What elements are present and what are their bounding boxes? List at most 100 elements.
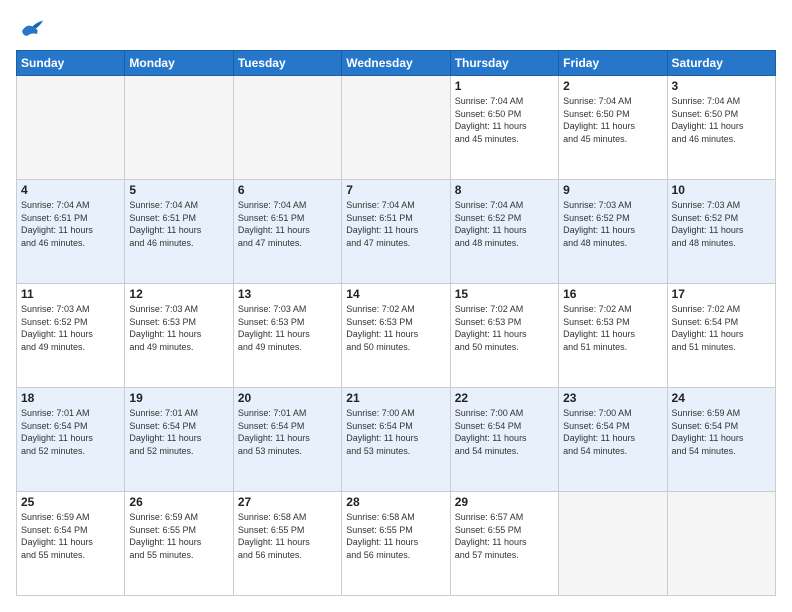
calendar-day-cell: 19 Sunrise: 7:01 AM Sunset: 6:54 PM Dayli… xyxy=(125,388,233,492)
day-number: 4 xyxy=(21,183,120,197)
calendar-day-cell: 1 Sunrise: 7:04 AM Sunset: 6:50 PM Daylig… xyxy=(450,76,558,180)
calendar-day-cell: 10 Sunrise: 7:03 AM Sunset: 6:52 PM Dayli… xyxy=(667,180,775,284)
calendar-week-row: 11Sunrise: 7:03 AM Sunset: 6:52 PM Dayli… xyxy=(17,284,776,388)
calendar-day-cell: 26 Sunrise: 6:59 AM Sunset: 6:55 PM Dayli… xyxy=(125,492,233,596)
day-number: 27 xyxy=(238,495,337,509)
day-number: 11 xyxy=(21,287,120,301)
day-number: 9 xyxy=(563,183,662,197)
day-info: Sunrise: 7:02 AM Sunset: 6:53 PM Dayligh… xyxy=(563,303,662,353)
calendar-day-cell: 14Sunrise: 7:02 AM Sunset: 6:53 PM Dayli… xyxy=(342,284,450,388)
day-number: 24 xyxy=(672,391,771,405)
day-number: 3 xyxy=(672,79,771,93)
weekday-header-cell: Thursday xyxy=(450,51,558,76)
calendar-day-cell: 9 Sunrise: 7:03 AM Sunset: 6:52 PM Daylig… xyxy=(559,180,667,284)
day-info: Sunrise: 6:58 AM Sunset: 6:55 PM Dayligh… xyxy=(346,511,445,561)
day-number: 17 xyxy=(672,287,771,301)
calendar-day-cell xyxy=(17,76,125,180)
day-info: Sunrise: 7:01 AM Sunset: 6:54 PM Dayligh… xyxy=(21,407,120,457)
weekday-header-cell: Sunday xyxy=(17,51,125,76)
calendar-week-row: 4 Sunrise: 7:04 AM Sunset: 6:51 PM Daylig… xyxy=(17,180,776,284)
calendar-day-cell: 4 Sunrise: 7:04 AM Sunset: 6:51 PM Daylig… xyxy=(17,180,125,284)
day-info: Sunrise: 7:00 AM Sunset: 6:54 PM Dayligh… xyxy=(346,407,445,457)
calendar-day-cell: 18 Sunrise: 7:01 AM Sunset: 6:54 PM Dayli… xyxy=(17,388,125,492)
calendar-day-cell: 20 Sunrise: 7:01 AM Sunset: 6:54 PM Dayli… xyxy=(233,388,341,492)
day-info: Sunrise: 7:01 AM Sunset: 6:54 PM Dayligh… xyxy=(238,407,337,457)
day-number: 15 xyxy=(455,287,554,301)
calendar-day-cell: 29 Sunrise: 6:57 AM Sunset: 6:55 PM Dayli… xyxy=(450,492,558,596)
day-info: Sunrise: 7:03 AM Sunset: 6:52 PM Dayligh… xyxy=(563,199,662,249)
calendar-day-cell: 13Sunrise: 7:03 AM Sunset: 6:53 PM Dayli… xyxy=(233,284,341,388)
day-number: 20 xyxy=(238,391,337,405)
calendar-day-cell: 3 Sunrise: 7:04 AM Sunset: 6:50 PM Daylig… xyxy=(667,76,775,180)
day-number: 22 xyxy=(455,391,554,405)
day-number: 19 xyxy=(129,391,228,405)
day-number: 1 xyxy=(455,79,554,93)
day-number: 7 xyxy=(346,183,445,197)
day-info: Sunrise: 7:04 AM Sunset: 6:50 PM Dayligh… xyxy=(563,95,662,145)
calendar-day-cell xyxy=(233,76,341,180)
calendar-day-cell: 21 Sunrise: 7:00 AM Sunset: 6:54 PM Dayli… xyxy=(342,388,450,492)
day-info: Sunrise: 7:03 AM Sunset: 6:52 PM Dayligh… xyxy=(672,199,771,249)
calendar-day-cell: 12 Sunrise: 7:03 AM Sunset: 6:53 PM Dayli… xyxy=(125,284,233,388)
calendar-day-cell: 22Sunrise: 7:00 AM Sunset: 6:54 PM Dayli… xyxy=(450,388,558,492)
calendar-day-cell xyxy=(125,76,233,180)
logo xyxy=(16,16,50,40)
day-info: Sunrise: 7:04 AM Sunset: 6:50 PM Dayligh… xyxy=(455,95,554,145)
day-info: Sunrise: 7:04 AM Sunset: 6:51 PM Dayligh… xyxy=(346,199,445,249)
calendar-day-cell: 17 Sunrise: 7:02 AM Sunset: 6:54 PM Dayli… xyxy=(667,284,775,388)
calendar-day-cell: 7 Sunrise: 7:04 AM Sunset: 6:51 PM Daylig… xyxy=(342,180,450,284)
calendar-day-cell: 23 Sunrise: 7:00 AM Sunset: 6:54 PM Dayli… xyxy=(559,388,667,492)
calendar-day-cell: 24 Sunrise: 6:59 AM Sunset: 6:54 PM Dayli… xyxy=(667,388,775,492)
day-info: Sunrise: 7:02 AM Sunset: 6:54 PM Dayligh… xyxy=(672,303,771,353)
day-number: 10 xyxy=(672,183,771,197)
day-info: Sunrise: 7:02 AM Sunset: 6:53 PM Dayligh… xyxy=(346,303,445,353)
calendar-day-cell: 15 Sunrise: 7:02 AM Sunset: 6:53 PM Dayli… xyxy=(450,284,558,388)
day-number: 29 xyxy=(455,495,554,509)
weekday-header-row: SundayMondayTuesdayWednesdayThursdayFrid… xyxy=(17,51,776,76)
day-info: Sunrise: 7:03 AM Sunset: 6:53 PM Dayligh… xyxy=(129,303,228,353)
day-info: Sunrise: 7:04 AM Sunset: 6:51 PM Dayligh… xyxy=(129,199,228,249)
day-number: 16 xyxy=(563,287,662,301)
day-number: 28 xyxy=(346,495,445,509)
day-info: Sunrise: 7:04 AM Sunset: 6:50 PM Dayligh… xyxy=(672,95,771,145)
day-number: 23 xyxy=(563,391,662,405)
day-info: Sunrise: 6:59 AM Sunset: 6:55 PM Dayligh… xyxy=(129,511,228,561)
calendar-day-cell xyxy=(667,492,775,596)
weekday-header-cell: Wednesday xyxy=(342,51,450,76)
calendar-day-cell: 5Sunrise: 7:04 AM Sunset: 6:51 PM Daylig… xyxy=(125,180,233,284)
day-info: Sunrise: 7:00 AM Sunset: 6:54 PM Dayligh… xyxy=(563,407,662,457)
day-number: 12 xyxy=(129,287,228,301)
calendar-day-cell: 8 Sunrise: 7:04 AM Sunset: 6:52 PM Daylig… xyxy=(450,180,558,284)
day-number: 8 xyxy=(455,183,554,197)
day-number: 18 xyxy=(21,391,120,405)
weekday-header-cell: Saturday xyxy=(667,51,775,76)
calendar-day-cell: 28 Sunrise: 6:58 AM Sunset: 6:55 PM Dayli… xyxy=(342,492,450,596)
day-info: Sunrise: 6:58 AM Sunset: 6:55 PM Dayligh… xyxy=(238,511,337,561)
calendar-day-cell: 25Sunrise: 6:59 AM Sunset: 6:54 PM Dayli… xyxy=(17,492,125,596)
calendar-week-row: 1 Sunrise: 7:04 AM Sunset: 6:50 PM Daylig… xyxy=(17,76,776,180)
day-info: Sunrise: 6:59 AM Sunset: 6:54 PM Dayligh… xyxy=(672,407,771,457)
day-info: Sunrise: 7:04 AM Sunset: 6:51 PM Dayligh… xyxy=(238,199,337,249)
day-info: Sunrise: 7:04 AM Sunset: 6:51 PM Dayligh… xyxy=(21,199,120,249)
day-info: Sunrise: 7:03 AM Sunset: 6:53 PM Dayligh… xyxy=(238,303,337,353)
day-number: 6 xyxy=(238,183,337,197)
weekday-header-cell: Friday xyxy=(559,51,667,76)
calendar-day-cell: 16 Sunrise: 7:02 AM Sunset: 6:53 PM Dayli… xyxy=(559,284,667,388)
calendar-day-cell: 11Sunrise: 7:03 AM Sunset: 6:52 PM Dayli… xyxy=(17,284,125,388)
day-info: Sunrise: 7:02 AM Sunset: 6:53 PM Dayligh… xyxy=(455,303,554,353)
calendar-day-cell xyxy=(342,76,450,180)
day-number: 21 xyxy=(346,391,445,405)
day-number: 25 xyxy=(21,495,120,509)
weekday-header-cell: Tuesday xyxy=(233,51,341,76)
day-info: Sunrise: 6:57 AM Sunset: 6:55 PM Dayligh… xyxy=(455,511,554,561)
day-number: 26 xyxy=(129,495,228,509)
calendar-body: 1 Sunrise: 7:04 AM Sunset: 6:50 PM Daylig… xyxy=(17,76,776,596)
calendar-day-cell: 6 Sunrise: 7:04 AM Sunset: 6:51 PM Daylig… xyxy=(233,180,341,284)
calendar-day-cell xyxy=(559,492,667,596)
calendar-day-cell: 27 Sunrise: 6:58 AM Sunset: 6:55 PM Dayli… xyxy=(233,492,341,596)
calendar-day-cell: 2 Sunrise: 7:04 AM Sunset: 6:50 PM Daylig… xyxy=(559,76,667,180)
calendar-week-row: 18 Sunrise: 7:01 AM Sunset: 6:54 PM Dayli… xyxy=(17,388,776,492)
day-info: Sunrise: 7:01 AM Sunset: 6:54 PM Dayligh… xyxy=(129,407,228,457)
day-number: 2 xyxy=(563,79,662,93)
day-info: Sunrise: 7:04 AM Sunset: 6:52 PM Dayligh… xyxy=(455,199,554,249)
